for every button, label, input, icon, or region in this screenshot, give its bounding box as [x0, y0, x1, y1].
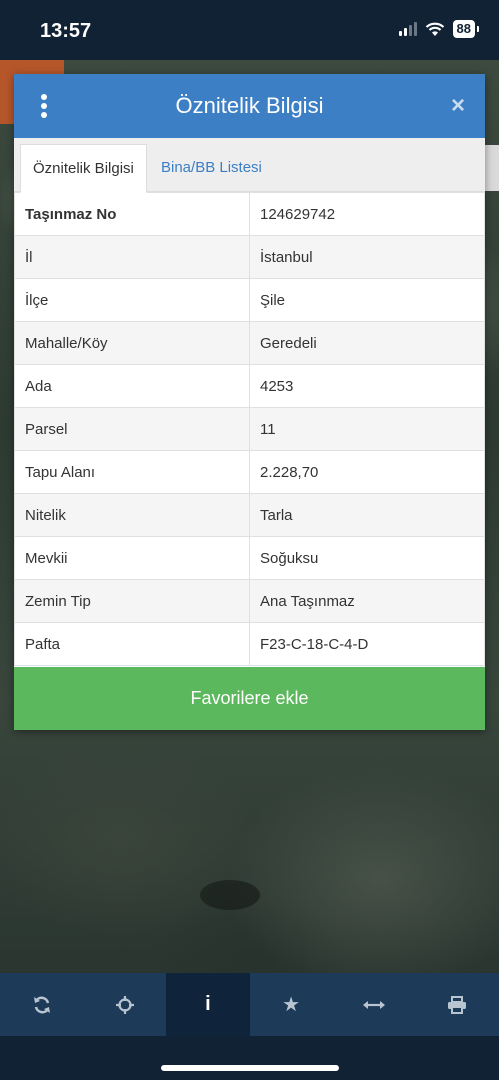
- attribute-value: 4253: [249, 364, 485, 408]
- table-row: Nitelik Tarla: [14, 493, 485, 537]
- bottom-toolbar: i ★: [0, 973, 499, 1036]
- side-panel-edge: [485, 145, 499, 191]
- print-icon-glyph: [448, 995, 467, 1014]
- attribute-value: Soğuksu: [249, 536, 485, 580]
- table-row: Tapu Alanı 2.228,70: [14, 450, 485, 494]
- status-time: 13:57: [40, 20, 92, 42]
- attribute-value: Ana Taşınmaz: [249, 579, 485, 623]
- star-icon[interactable]: ★: [250, 973, 333, 1036]
- attribute-value: İstanbul: [249, 235, 485, 279]
- table-row: Parsel 11: [14, 407, 485, 451]
- tab-attribute-info[interactable]: Öznitelik Bilgisi: [20, 144, 147, 193]
- battery-icon: 88: [452, 20, 480, 38]
- attribute-key: Ada: [14, 364, 250, 408]
- attribute-value: Geredeli: [249, 321, 485, 365]
- attribute-key: Zemin Tip: [14, 579, 250, 623]
- attribute-value: 2.228,70: [249, 450, 485, 494]
- tab-bar: Öznitelik Bilgisi Bina/BB Listesi: [14, 138, 485, 193]
- attribute-value: 124629742: [249, 192, 485, 236]
- table-row: Mahalle/Köy Geredeli: [14, 321, 485, 365]
- attribute-value: Şile: [249, 278, 485, 322]
- home-indicator-area: [0, 1036, 499, 1080]
- attribute-key: Tapu Alanı: [14, 450, 250, 494]
- attribute-key: Mahalle/Köy: [14, 321, 250, 365]
- attribute-table: Taşınmaz No 124629742 İl İstanbul İlçe Ş…: [14, 192, 485, 666]
- add-to-favorites-button[interactable]: Favorilere ekle: [14, 667, 485, 730]
- table-row: Zemin Tip Ana Taşınmaz: [14, 579, 485, 623]
- attribute-key: Taşınmaz No: [14, 192, 250, 236]
- measure-icon[interactable]: [333, 973, 416, 1036]
- table-row: İlçe Şile: [14, 278, 485, 322]
- close-icon[interactable]: ×: [447, 92, 469, 120]
- attribute-key: İl: [14, 235, 250, 279]
- wifi-icon: [425, 22, 444, 36]
- attribute-value: F23-C-18-C-4-D: [249, 622, 485, 666]
- table-row: Ada 4253: [14, 364, 485, 408]
- attribute-key: Mevkii: [14, 536, 250, 580]
- attribute-key: Pafta: [14, 622, 250, 666]
- home-indicator[interactable]: [161, 1065, 339, 1071]
- crosshair-icon-glyph: [115, 995, 134, 1014]
- table-row: Taşınmaz No 124629742: [14, 192, 485, 236]
- attribute-value: Tarla: [249, 493, 485, 537]
- refresh-icon-glyph: [33, 996, 50, 1013]
- crosshair-icon[interactable]: [83, 973, 166, 1036]
- table-row: İl İstanbul: [14, 235, 485, 279]
- print-icon[interactable]: [416, 973, 499, 1036]
- dialog-header: Öznitelik Bilgisi ×: [14, 74, 485, 138]
- tab-building-list[interactable]: Bina/BB Listesi: [149, 144, 274, 193]
- info-icon[interactable]: i: [166, 973, 250, 1036]
- attribute-value: 11: [249, 407, 485, 451]
- measure-icon-glyph: [363, 1000, 386, 1009]
- refresh-icon[interactable]: [0, 973, 83, 1036]
- table-row: Mevkii Soğuksu: [14, 536, 485, 580]
- status-icons: 88: [398, 20, 480, 38]
- attribute-key: İlçe: [14, 278, 250, 322]
- status-bar: 13:57 88: [0, 0, 499, 60]
- table-row: Pafta F23-C-18-C-4-D: [14, 622, 485, 666]
- attribute-dialog: Öznitelik Bilgisi × Öznitelik Bilgisi Bi…: [14, 74, 485, 730]
- attribute-key: Parsel: [14, 407, 250, 451]
- map-texture: [200, 880, 260, 910]
- attribute-key: Nitelik: [14, 493, 250, 537]
- dialog-title: Öznitelik Bilgisi: [175, 93, 324, 118]
- signal-icon: [398, 22, 417, 36]
